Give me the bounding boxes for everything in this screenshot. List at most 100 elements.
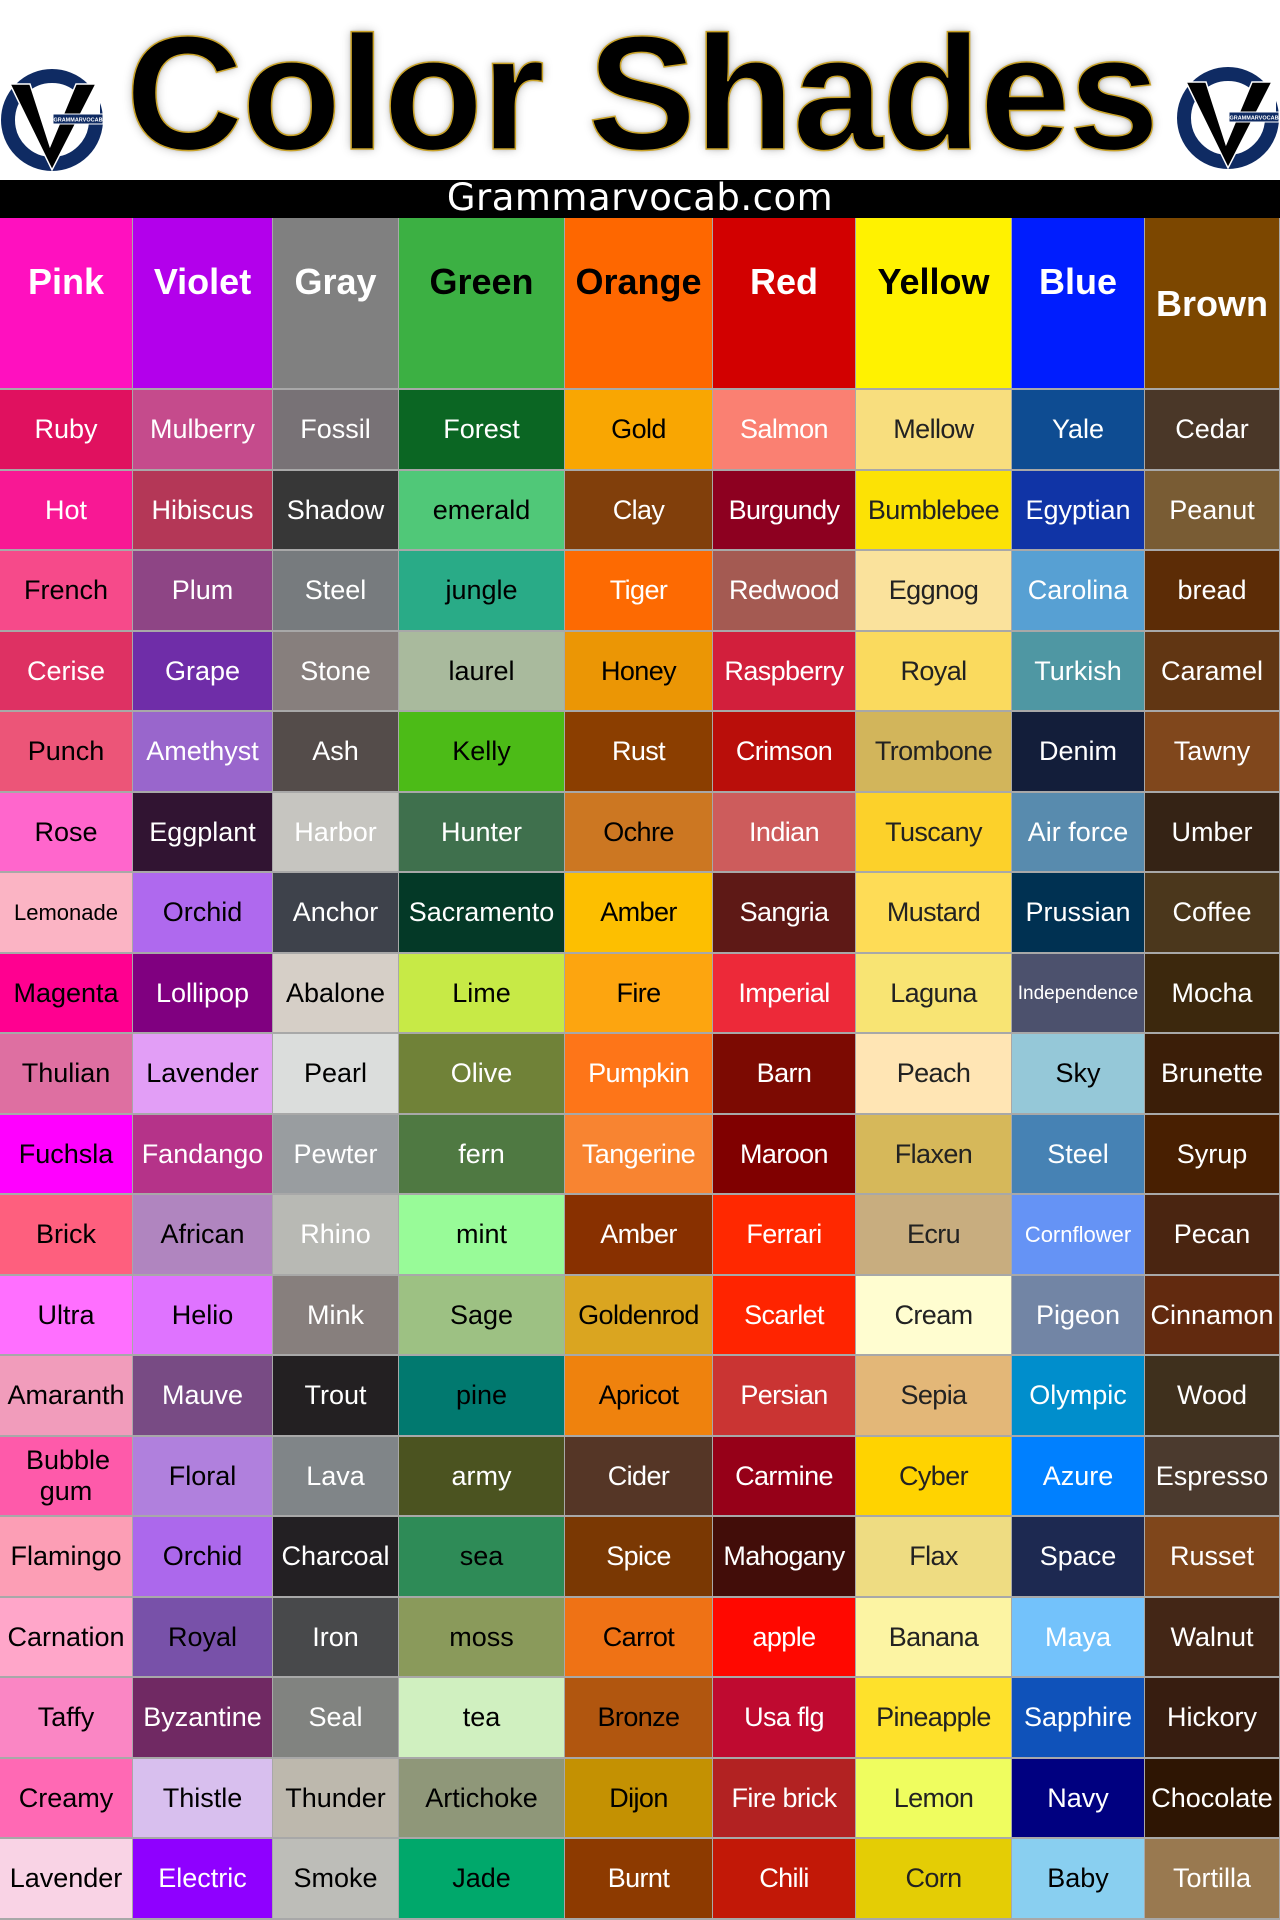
shade-name: Trombone	[874, 736, 993, 766]
shade-name: laurel	[448, 655, 515, 686]
site-banner: Grammarvocab.com	[0, 176, 1280, 219]
shade-name: Thunder	[285, 1782, 386, 1813]
shade-cell: emerald	[399, 471, 565, 551]
shade-cell: Jade	[399, 1839, 565, 1920]
shade-name: Brick	[36, 1219, 96, 1249]
shade-cell: Taffy	[0, 1678, 133, 1759]
shade-cell: Mauve	[133, 1356, 273, 1437]
shade-cell: Amber	[565, 873, 713, 954]
shade-cell: Plum	[133, 551, 273, 632]
shade-cell: Burnt	[565, 1839, 713, 1920]
shade-cell: Usa flg	[713, 1678, 856, 1759]
shade-name: Ecru	[906, 1219, 961, 1249]
shade-name: Pewter	[293, 1138, 378, 1169]
shade-name: African	[160, 1219, 245, 1249]
shade-name: Burgundy	[728, 494, 840, 525]
column-header-label: Blue	[1038, 261, 1117, 302]
shade-name: army	[451, 1460, 512, 1491]
shade-name: Sangria	[739, 897, 829, 927]
shade-name: Clay	[612, 494, 665, 525]
shade-name: Turkish	[1034, 655, 1122, 686]
shade-name: Crimson	[735, 736, 833, 766]
shade-cell: Bronze	[565, 1678, 713, 1759]
shade-name: Carrot	[602, 1621, 675, 1652]
shade-cell: Ferrari	[713, 1195, 856, 1276]
shade-name: Pumpkin	[588, 1058, 689, 1088]
shade-name: Taffy	[37, 1702, 95, 1732]
shade-name: Amber	[600, 897, 677, 927]
shade-cell: Sky	[1012, 1034, 1145, 1115]
shade-name: Hickory	[1166, 1702, 1257, 1732]
shade-cell: Maya	[1012, 1598, 1145, 1678]
shade-cell: Peanut	[1145, 471, 1280, 551]
shade-name: French	[23, 575, 109, 605]
shade-cell: Barn	[713, 1034, 856, 1115]
shade-cell: Hot	[0, 471, 133, 551]
shade-cell: Hunter	[399, 793, 565, 873]
shade-name: Seal	[308, 1702, 363, 1732]
shade-name: Shadow	[286, 494, 385, 525]
shade-cell: Flax	[856, 1517, 1012, 1598]
color-column-green: Green Forest emerald jungle laurel Kelly Hunte…	[399, 218, 565, 1920]
shade-name: Pecan	[1173, 1219, 1251, 1249]
shade-cell: Turkish	[1012, 632, 1145, 712]
shade-cell: Bumblebee	[856, 471, 1012, 551]
shade-name: Air force	[1027, 816, 1129, 847]
shade-cell: Azure	[1012, 1437, 1145, 1517]
shade-cell: Trout	[273, 1356, 399, 1437]
shade-cell: Coffee	[1145, 873, 1280, 954]
shade-cell: fern	[399, 1115, 565, 1195]
shade-cell: Floral	[133, 1437, 273, 1517]
title-area: GRAMMARVOCAB Color Shades GRAMMARVOCAB	[0, 0, 1280, 180]
shade-cell: Amber	[565, 1195, 713, 1276]
shade-cell: Carmine	[713, 1437, 856, 1517]
shade-cell: Cerise	[0, 632, 133, 712]
shade-cell: Tangerine	[565, 1115, 713, 1195]
shade-cell: Espresso	[1145, 1437, 1280, 1517]
shade-cell: Grape	[133, 632, 273, 712]
shade-cell: Rust	[565, 712, 713, 793]
color-shades-table: Pink Ruby Hot French Cerise Punch Rose Lemonade…	[0, 218, 1280, 1920]
shade-cell: Thunder	[273, 1759, 399, 1839]
shade-name: Eggnog	[888, 575, 979, 605]
shade-cell: Baby	[1012, 1839, 1145, 1920]
shade-name: Anchor	[292, 897, 379, 927]
grammarvocab-logo-icon: GRAMMARVOCAB	[1177, 67, 1280, 170]
shade-cell: Rose	[0, 793, 133, 873]
shade-name: Dijon	[609, 1782, 668, 1813]
shade-cell: Carolina	[1012, 551, 1145, 632]
shade-cell: Mahogany	[713, 1517, 856, 1598]
shade-name: Banana	[888, 1621, 979, 1652]
shade-cell: Denim	[1012, 712, 1145, 793]
shade-name: Flamingo	[10, 1541, 122, 1571]
shade-cell: Hibiscus	[133, 471, 273, 551]
shade-name: Honey	[600, 655, 677, 686]
column-header-label: Orange	[575, 261, 702, 302]
shade-cell: Air force	[1012, 793, 1145, 873]
shade-cell: Thulian	[0, 1034, 133, 1115]
shade-cell: Olympic	[1012, 1356, 1145, 1437]
shade-cell: Chili	[713, 1839, 856, 1920]
shade-name: Brunette	[1160, 1058, 1264, 1088]
shade-cell: Bubble gum	[0, 1437, 133, 1517]
shade-cell: Cedar	[1145, 390, 1280, 471]
shade-cell: Egyptian	[1012, 471, 1145, 551]
shade-name: Steel	[304, 575, 367, 605]
shade-name: Sacramento	[408, 897, 555, 927]
shade-cell: Imperial	[713, 954, 856, 1034]
shade-name: jungle	[445, 575, 518, 605]
shade-name: Kelly	[452, 736, 511, 766]
shade-cell: Brunette	[1145, 1034, 1280, 1115]
shade-name: Lime	[452, 977, 511, 1008]
color-column-red: Red Salmon Burgundy Redwood Raspberry Crimson…	[713, 218, 856, 1920]
shade-name: Prussian	[1025, 897, 1131, 927]
shade-name: Flaxen	[894, 1138, 973, 1169]
shade-cell: Syrup	[1145, 1115, 1280, 1195]
shade-name: Walnut	[1170, 1621, 1254, 1652]
shade-name: Apricot	[598, 1380, 679, 1410]
shade-cell: Lavender	[0, 1839, 133, 1920]
shade-name: Chocolate	[1151, 1782, 1273, 1813]
shade-cell: Seal	[273, 1678, 399, 1759]
column-header: Yellow	[856, 218, 1012, 390]
shade-name: Carnation	[7, 1621, 125, 1652]
